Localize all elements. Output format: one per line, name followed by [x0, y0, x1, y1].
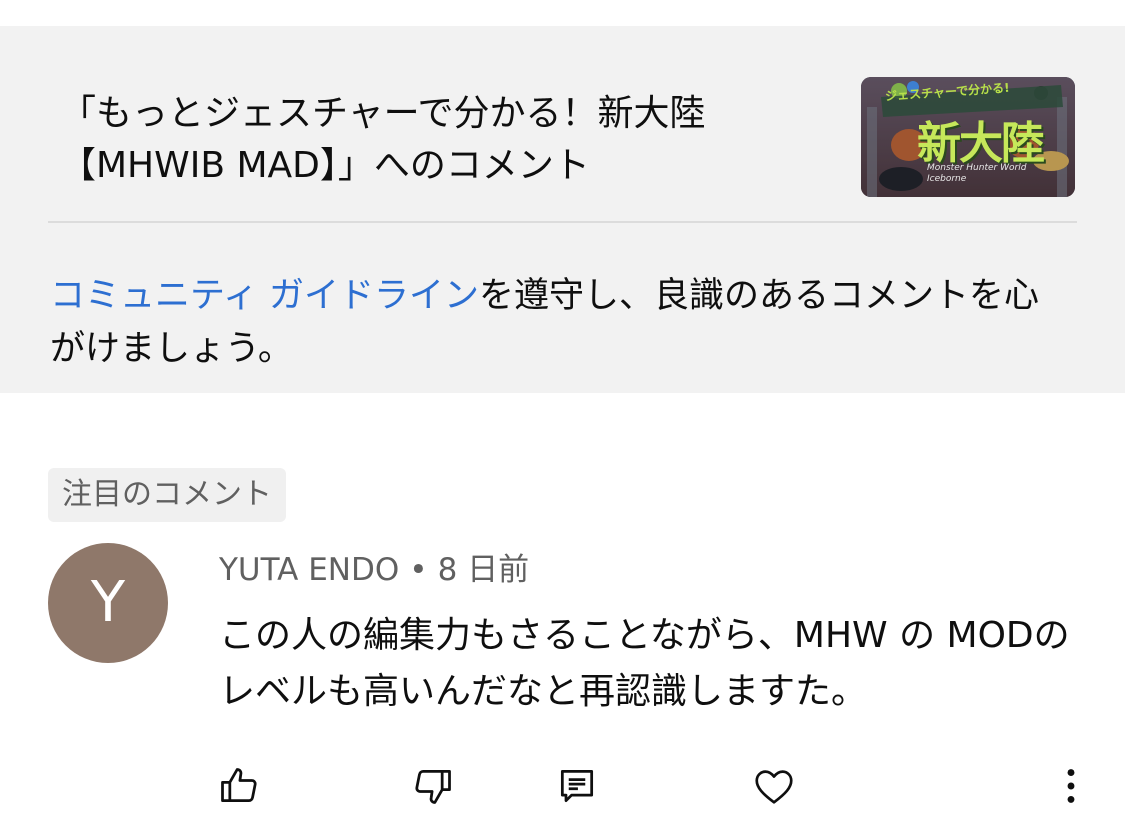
comment-author[interactable]: YUTA ENDO: [219, 552, 399, 588]
dislike-button[interactable]: [410, 763, 456, 809]
community-guidelines-notice: コミュニティ ガイドラインを遵守し、良識のあるコメントを心がけましょう。: [50, 270, 1060, 376]
comment-meta: YUTA ENDO • 8 日前: [219, 548, 529, 592]
reply-icon: [560, 769, 594, 803]
comment-text: この人の編集力もさることながら、MHW の MODのレベルも高いんだなと再認識し…: [219, 615, 1070, 712]
thumbs-down-icon: [415, 769, 451, 804]
header-divider: [48, 221, 1077, 223]
comments-header-panel: 「もっとジェスチャーで分かる！新大陸【MHWIB MAD】」へのコメント ジェス…: [0, 26, 1125, 393]
thumbnail-subtitle: Monster Hunter World Iceborne: [927, 163, 1027, 184]
comments-page: 「もっとジェスチャーで分かる！新大陸【MHWIB MAD】」へのコメント ジェス…: [0, 0, 1125, 832]
heart-icon: [755, 770, 793, 804]
video-thumbnail[interactable]: ジェスチャーで分かる! 新大陸 Monster Hunter World Ice…: [861, 77, 1075, 197]
like-button[interactable]: [216, 763, 262, 809]
meta-separator: •: [409, 552, 428, 588]
comment-time: 8 日前: [437, 552, 530, 588]
thumbs-up-icon: [221, 768, 257, 803]
heart-button[interactable]: [751, 763, 797, 809]
more-options-button[interactable]: [1048, 763, 1094, 809]
thumbnail-main-text: 新大陸: [917, 118, 1045, 169]
avatar[interactable]: Y: [48, 543, 168, 663]
reply-button[interactable]: [554, 763, 600, 809]
featured-comment-badge: 注目のコメント: [48, 468, 286, 522]
community-guidelines-link[interactable]: コミュニティ ガイドライン: [50, 276, 479, 316]
video-title: 「もっとジェスチャーで分かる！新大陸【MHWIB MAD】」へのコメント: [60, 93, 706, 186]
more-icon: [1067, 769, 1075, 803]
